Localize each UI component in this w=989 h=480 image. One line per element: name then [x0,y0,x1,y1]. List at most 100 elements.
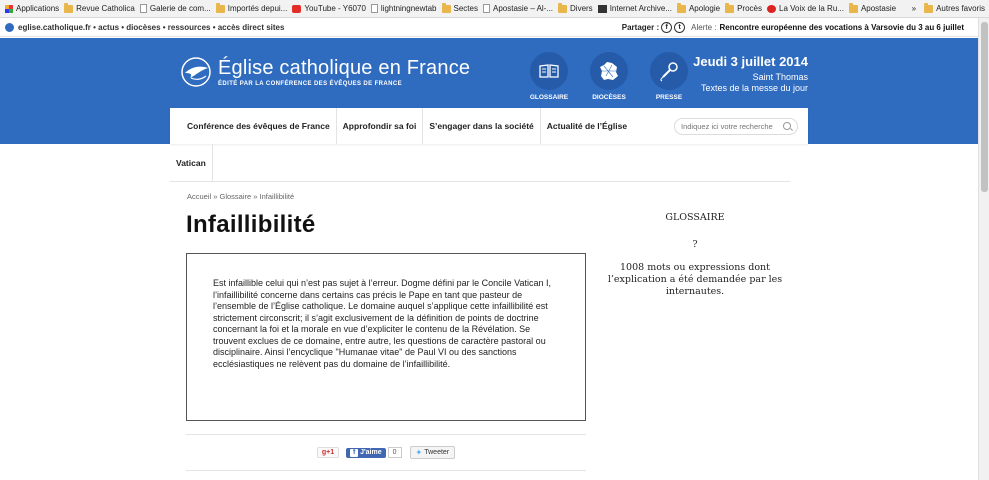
bookmark-label: Apostasie [860,4,897,13]
sidebar-description: 1008 mots ou expressions dont l’explicat… [607,262,783,297]
france-map-icon [590,52,628,90]
page-icon [482,4,490,13]
bookmark-item[interactable]: Internet Archive... [597,4,672,13]
folder-icon [215,2,225,13]
twitter-icon[interactable]: t [674,21,686,33]
search-box[interactable] [674,117,798,135]
page-icon [370,4,378,13]
facebook-icon: f [350,448,359,457]
nav-item-vatican[interactable]: Vatican [170,143,213,182]
nav-item-engager[interactable]: S’engager dans la société [423,108,541,144]
google-plus-button[interactable]: g+1 [316,447,340,458]
bookmarks-bar: Applications Revue Catholica Galerie de co… [0,0,989,18]
sidebar-title: GLOSSAIRE [665,212,725,223]
alert-label: Alerte : [691,22,717,32]
current-date: Jeudi 3 juillet 2014 [693,54,808,69]
saint-of-day[interactable]: Saint Thomas [693,72,808,82]
nav-item-approfondir[interactable]: Approfondir sa foi [337,108,424,144]
tweet-label: Tweeter [424,449,450,456]
folder-icon [441,2,451,13]
bookmark-item[interactable]: Apostasie – Al-... [482,4,554,13]
site-links-text[interactable]: eglise.catholique.fr • actus • diocèses … [18,23,284,32]
bookmark-item[interactable]: Galerie de com... [139,4,211,13]
page-icon [139,4,147,13]
search-input[interactable] [681,121,781,131]
presse-shortcut[interactable]: PRESSE [644,52,694,101]
definition-box: Est infaillible celui qui n’est pas suje… [186,253,586,421]
folder-icon [64,2,74,13]
site-links: eglise.catholique.fr • actus • diocèses … [0,22,284,32]
bookmark-item[interactable]: Applications [5,4,59,13]
youtube-icon [292,4,302,13]
bookmark-label: Apologie [688,4,721,13]
dioceses-label: DIOCÈSES [592,94,626,101]
alert-text[interactable]: Rencontre européenne des vocations à Var… [719,23,964,32]
facebook-like-button[interactable]: f J'aime [346,447,386,458]
main-nav: Conférence des évêques de France Approfo… [170,108,808,144]
twitter-bird-icon: ✦ [415,448,423,457]
grid-icon [5,4,13,13]
bookmarks-right: » Autres favoris [912,2,989,13]
folder-icon [558,2,568,13]
bookmark-label: Divers [570,4,593,13]
dove-logo-icon [181,57,211,87]
microphone-icon [650,52,688,90]
header-date-block: Jeudi 3 juillet 2014 Saint Thomas Textes… [693,54,808,93]
nav-item-actualite[interactable]: Actualité de l’Église [541,108,633,144]
main-nav-second-row: Vatican [170,143,790,182]
bookmark-item[interactable]: Apologie [676,2,721,13]
folder-icon [725,2,735,13]
dioceses-shortcut[interactable]: DIOCÈSES [584,52,634,101]
tweet-button[interactable]: ✦ Tweeter [409,446,456,459]
bookmark-label: Revue Catholica [76,4,135,13]
glossaire-label: GLOSSAIRE [529,94,569,101]
search-icon[interactable] [783,122,791,130]
bookmark-label: Apostasie – Al-... [492,4,554,13]
bookmark-label: Procès [737,4,762,13]
site-top-bar: eglise.catholique.fr • actus • diocèses … [0,18,978,37]
scrollbar-thumb[interactable] [981,22,988,192]
bookmark-item[interactable]: YouTube - Y6070 [292,4,366,13]
bookmark-label: La Voix de la Ru... [779,4,844,13]
header-shortcuts: GLOSSAIRE DIOCÈSES PRESSE [524,52,704,101]
site-logo-mini-icon [5,22,14,32]
share-label: Partager : [621,22,660,32]
bookmark-item[interactable]: lightningnewtab [370,4,437,13]
bookmark-label: Internet Archive... [609,4,672,13]
bubble-icon [767,4,776,13]
content-divider [186,470,586,471]
bookmark-label: Applications [16,4,60,13]
archive-icon [597,4,607,13]
bookmark-item[interactable]: Apostasie [848,2,897,13]
other-bookmarks[interactable]: Autres favoris [936,4,985,13]
folder-icon [676,2,686,13]
bookmark-item[interactable]: Sectes [441,2,478,13]
breadcrumb[interactable]: Accueil » Glossaire » Infaillibilité [187,192,294,201]
folder-icon [848,2,858,13]
bookmark-label: Sectes [453,4,478,13]
bookmark-item[interactable]: Importés depui... [215,2,288,13]
bookmark-item[interactable]: Divers [558,2,593,13]
site-brand[interactable]: Église catholique en France ÉDITÉ PAR LA… [180,56,470,88]
definition-text: Est infaillible celui qui n’est pas suje… [213,278,552,369]
nav-item-conference[interactable]: Conférence des évêques de France [170,108,337,144]
scrollbar[interactable] [978,18,989,480]
site-title: Église catholique en France [218,57,471,79]
glossaire-shortcut[interactable]: GLOSSAIRE [524,52,574,101]
bookmarks-more[interactable]: » [912,4,916,13]
bookmark-item[interactable]: La Voix de la Ru... [767,4,844,13]
glossary-sidebar: GLOSSAIRE ? 1008 mots ou expressions don… [602,212,788,298]
facebook-icon[interactable]: f [661,21,673,33]
bookmark-label: Importés depui... [227,4,288,13]
bookmark-item[interactable]: Procès [725,2,762,13]
folder-icon [924,2,934,13]
facebook-like-count: 0 [387,447,402,458]
facebook-like-label: J'aime [360,449,382,456]
book-icon [530,52,568,90]
bookmark-item[interactable]: Revue Catholica [64,2,135,13]
mass-texts-link[interactable]: Textes de la messe du jour [693,83,808,93]
presse-label: PRESSE [655,94,683,101]
bookmark-label: Galerie de com... [149,4,211,13]
site-subtitle: ÉDITÉ PAR LA CONFÉRENCE DES ÉVÊQUES DE F… [218,81,403,87]
page-title: Infaillibilité [186,211,316,238]
